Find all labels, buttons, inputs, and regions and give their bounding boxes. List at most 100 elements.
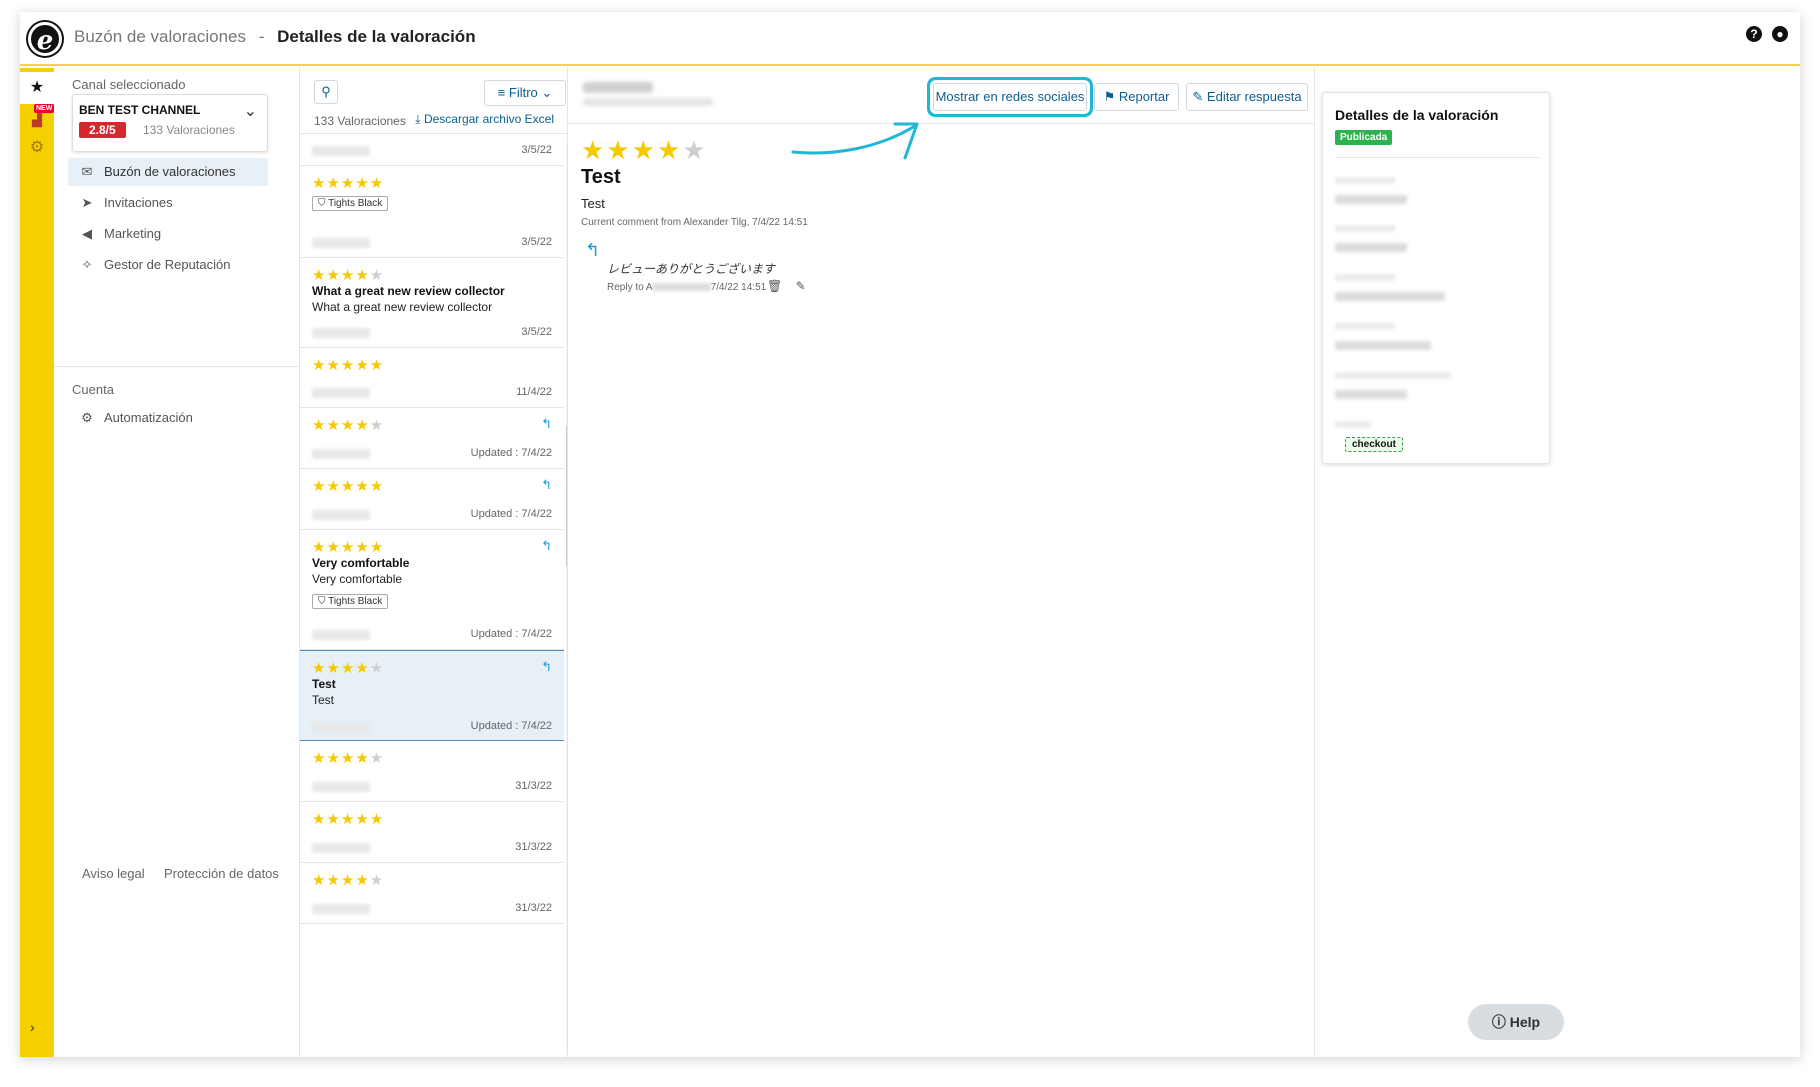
legal-link[interactable]: Aviso legal bbox=[82, 866, 145, 881]
info-field-label-redacted bbox=[1335, 274, 1395, 281]
info-divider bbox=[1335, 157, 1539, 158]
rating-badge: 2.8/5 bbox=[79, 122, 126, 138]
channel-label: Canal seleccionado bbox=[72, 77, 186, 92]
detail-body: Test bbox=[581, 196, 605, 211]
list-header: ⚲ ≡ Filtro ⌄ 133 Valoraciones ⤓ Descarga… bbox=[300, 68, 567, 134]
search-button[interactable]: ⚲ bbox=[314, 80, 338, 104]
breadcrumb-separator: - bbox=[258, 27, 265, 46]
report-button[interactable]: ⚑ Reportar bbox=[1094, 83, 1179, 111]
filter-icon: ≡ bbox=[497, 85, 506, 100]
sidebar-item-label: Automatización bbox=[104, 410, 193, 425]
reply-icon: ↰ bbox=[541, 659, 552, 674]
review-card[interactable]: ★★★★★ Very comfortable Very comfortable ⛉ T… bbox=[300, 530, 564, 650]
info-field-label-redacted bbox=[1335, 372, 1451, 379]
reply-icon: ↰ bbox=[541, 477, 552, 492]
question-circle-icon: ⓘ bbox=[1491, 1014, 1506, 1030]
review-card[interactable]: ★★★★★ What a great new review collector Wh… bbox=[300, 258, 564, 348]
review-card[interactable]: ★★★★★ 11/4/22 bbox=[300, 348, 564, 408]
breadcrumb-parent[interactable]: Buzón de valoraciones bbox=[74, 27, 246, 46]
sidebar-item-reputacion[interactable]: ✧ Gestor de Reputación bbox=[68, 251, 268, 279]
review-card[interactable]: ★★★★★ 31/3/22 bbox=[300, 802, 564, 863]
info-field-label-redacted bbox=[1335, 421, 1371, 428]
review-author-redacted bbox=[312, 146, 370, 156]
app-logo[interactable]: e bbox=[28, 22, 62, 56]
annotation-arrow bbox=[791, 122, 919, 160]
robot-icon: ⚙ bbox=[81, 410, 93, 425]
review-list: ⚲ ≡ Filtro ⌄ 133 Valoraciones ⤓ Descarga… bbox=[300, 68, 568, 1057]
review-card[interactable]: ★★★★★ 31/3/22 bbox=[300, 863, 564, 924]
review-date: 31/3/22 bbox=[515, 902, 552, 914]
channel-selector[interactable]: BEN TEST CHANNEL ⌄ 2.8/5 133 Valoracione… bbox=[72, 94, 268, 152]
megaphone-icon: ◀ bbox=[82, 226, 92, 241]
review-date: 31/3/22 bbox=[515, 841, 552, 853]
sidebar-item-buzon[interactable]: ✉ Buzón de valoraciones bbox=[68, 158, 268, 186]
review-card[interactable]: ★★★★★ ↰ Updated : 7/4/22 bbox=[300, 408, 564, 469]
sidebar-item-marketing[interactable]: ◀ Marketing bbox=[68, 220, 268, 248]
product-tag: ⛉ Tights Black bbox=[312, 196, 389, 211]
top-bar: e Buzón de valoraciones - Detalles de la… bbox=[20, 12, 1800, 66]
reply-text: レビューありがとうございます bbox=[607, 262, 776, 276]
review-date: Updated : 7/4/22 bbox=[470, 628, 552, 640]
gear-icon[interactable]: ⚙ bbox=[20, 132, 54, 164]
review-count: 133 Valoraciones bbox=[314, 114, 406, 128]
review-stars: ★★★★★ bbox=[312, 478, 385, 495]
review-body: Test bbox=[312, 693, 335, 707]
review-author-redacted bbox=[312, 782, 370, 792]
review-card[interactable]: ★★★★★ ⛉ Tights Black 3/5/22 bbox=[300, 166, 564, 258]
filter-button[interactable]: ≡ Filtro ⌄ bbox=[484, 80, 566, 106]
sidebar-item-automatizacion[interactable]: ⚙ Automatización bbox=[68, 404, 268, 432]
review-stars: ★★★★★ bbox=[312, 539, 385, 556]
review-stars: ★★★★★ bbox=[312, 267, 385, 284]
info-field-value-redacted bbox=[1335, 390, 1407, 399]
sparkle-icon: ✧ bbox=[81, 257, 93, 272]
pencil-icon[interactable]: ✎ bbox=[796, 279, 806, 293]
review-body: Very comfortable bbox=[312, 572, 403, 586]
review-date: 3/5/22 bbox=[521, 144, 552, 156]
review-card[interactable]: ★★★★★ ↰ Updated : 7/4/22 bbox=[300, 469, 564, 530]
help-button[interactable]: ⓘ Help bbox=[1468, 1004, 1564, 1040]
sidebar-item-label: Marketing bbox=[104, 226, 162, 241]
sidebar-item-invitaciones[interactable]: ➤ Invitaciones bbox=[68, 189, 268, 217]
review-body: What a great new review collector bbox=[312, 300, 493, 314]
review-date: 3/5/22 bbox=[521, 236, 552, 248]
review-author-redacted bbox=[312, 328, 370, 338]
show-social-button[interactable]: Mostrar en redes sociales bbox=[933, 83, 1087, 111]
review-date: 3/5/22 bbox=[521, 326, 552, 338]
status-badge: Publicada bbox=[1335, 130, 1393, 145]
review-author-redacted bbox=[312, 843, 370, 853]
question-circle-icon[interactable]: ? bbox=[1746, 26, 1762, 42]
scrollbar-thumb[interactable] bbox=[566, 426, 567, 566]
review-date: Updated : 7/4/22 bbox=[470, 447, 552, 459]
review-author-redacted bbox=[312, 238, 370, 248]
inbox-icon: ✉ bbox=[81, 164, 93, 179]
detail-title: Test bbox=[581, 166, 621, 188]
info-title: Detalles de la valoración bbox=[1335, 107, 1499, 123]
review-date: 31/3/22 bbox=[515, 780, 552, 792]
review-card[interactable]: ★★★★★ Test Test ↰ Updated : 7/4/22 bbox=[300, 650, 564, 741]
rating-count: 133 Valoraciones bbox=[143, 123, 235, 137]
review-title: Test bbox=[312, 677, 336, 691]
app-window: e Buzón de valoraciones - Detalles de la… bbox=[20, 12, 1800, 1057]
download-excel-link[interactable]: ⤓ Descargar archivo Excel bbox=[415, 112, 554, 127]
user-circle-icon[interactable]: ● bbox=[1772, 26, 1788, 42]
trash-icon[interactable]: 🗑 bbox=[767, 279, 782, 293]
breadcrumb: Buzón de valoraciones - Detalles de la v… bbox=[74, 27, 476, 47]
reviewer-name-redacted bbox=[583, 82, 653, 93]
review-title: What a great new review collector bbox=[312, 284, 505, 298]
review-stars: ★★★★★ bbox=[312, 175, 385, 192]
review-stars: ★★★★★ bbox=[312, 660, 385, 677]
scrollbar[interactable] bbox=[566, 144, 567, 1052]
reply-actions: 🗑 ✎ bbox=[767, 279, 806, 293]
review-card[interactable]: ★★★★★ 31/3/22 bbox=[300, 741, 564, 802]
send-icon: ➤ bbox=[81, 195, 93, 210]
edit-reply-button[interactable]: ✎ Editar respuesta bbox=[1186, 83, 1308, 111]
star-icon[interactable]: ★ bbox=[20, 72, 54, 104]
download-icon: ⤓ bbox=[415, 112, 421, 126]
detail-meta: Current comment from Alexander Tilg, 7/4… bbox=[581, 217, 808, 228]
chevron-down-icon: ⌄ bbox=[243, 103, 257, 120]
chevron-right-icon[interactable]: › bbox=[30, 1019, 35, 1035]
review-author-redacted bbox=[312, 722, 370, 732]
sidebar-item-label: Gestor de Reputación bbox=[104, 257, 231, 272]
review-date: Updated : 7/4/22 bbox=[470, 508, 552, 520]
privacy-link[interactable]: Protección de datos bbox=[164, 866, 279, 881]
